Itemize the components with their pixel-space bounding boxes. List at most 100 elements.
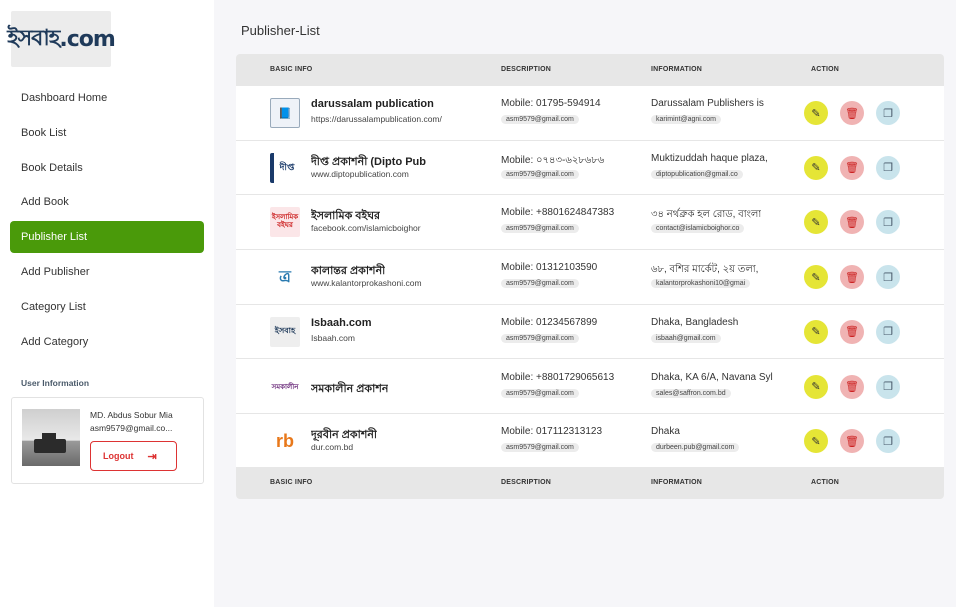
edit-icon: ✎ [811,381,821,393]
edit-icon: ✎ [811,162,821,175]
edit-button[interactable]: ✎ [804,374,828,399]
table-row: ত্র কালান্তর প্রকাশনী www.kalantorprokas… [236,250,944,305]
sidebar-item-publisher-list[interactable]: Publisher List [10,221,204,254]
info-email: sales@saffron.com.bd [651,388,731,398]
header-action: ACTION [811,66,840,73]
info-email: diptopublication@gmail.co [651,169,743,179]
sidebar-item-book-details[interactable]: Book Details [10,152,204,184]
publisher-mobile: Mobile: 01795-594914 [501,98,601,109]
table-row: সমকালীন সমকালীন প্রকাশন Mobile: +8801729… [236,360,944,415]
avatar-detail [34,439,66,453]
info-email: karimint@agni.com [651,115,722,124]
description-email: asm9579@gmail.com [501,388,579,398]
sidebar-item-category-list[interactable]: Category List [10,291,204,323]
info-email: contact@islamicboighor.co [651,224,745,234]
copy-button[interactable]: ❐ [876,265,900,290]
copy-button[interactable]: ❐ [876,374,900,399]
edit-icon: ✎ [811,107,821,120]
info-email: kalantorprokashoni10@gmai [651,279,751,289]
page-title: Publisher-List [241,23,320,38]
edit-icon: ✎ [811,326,821,339]
sidebar-item-dashboard-home[interactable]: Dashboard Home [10,82,204,114]
sidebar-nav: Dashboard Home Book List Book Details Ad… [10,82,204,360]
publisher-info: Dhaka, Bangladesh [651,316,739,328]
description-email: asm9579@gmail.com [501,279,579,289]
edit-button[interactable]: ✎ [804,319,828,344]
sidebar-item-add-book[interactable]: Add Book [10,186,204,218]
publisher-url[interactable]: https://darussalampublication.com/ [311,114,442,124]
edit-button[interactable]: ✎ [804,101,828,125]
publisher-name: Isbaah.com [311,316,372,329]
table-row: ইসলামিক বইঘর ইসলামিক বইঘর facebook.com/is… [236,195,944,251]
publisher-url[interactable]: www.diptopublication.com [311,169,409,179]
copy-button[interactable]: ❐ [876,319,900,344]
publisher-url[interactable]: Isbaah.com [311,333,355,343]
logout-button[interactable]: Logout ⇥ [90,441,177,471]
delete-button[interactable]: 🗑 [840,101,864,125]
delete-button[interactable]: 🗑 [840,210,864,235]
islamic-boighor-logo-icon: ইসলামিক বইঘর [270,207,300,238]
table-row: rb দূরবীন প্রকাশনী dur.com.bd Mobile: 01… [236,414,944,469]
publisher-mobile: Mobile: ০৭৪৩-৬২৮৬৮৬ [501,154,605,166]
delete-button[interactable]: 🗑 [840,319,864,344]
clipboard-icon: ❐ [883,216,893,229]
copy-button[interactable]: ❐ [876,155,900,180]
publisher-table: BASIC INFO DESCRIPTION INFORMATION ACTIO… [236,54,944,499]
edit-icon: ✎ [811,216,821,229]
edit-icon: ✎ [811,435,821,448]
copy-button[interactable]: ❐ [876,429,900,454]
publisher-mobile: Mobile: 01312103590 [501,262,598,274]
publisher-url[interactable]: www.kalantorprokashoni.com [311,278,422,288]
publisher-info: ৩৪ নর্থব্রুক হল রোড, বাংলা [651,209,762,221]
description-email: asm9579@gmail.com [501,443,579,453]
sidebar: ইসবাহ .com Dashboard Home Book List Book… [0,0,214,607]
user-info-heading: User Information [21,378,90,388]
clipboard-icon: ❐ [883,271,893,284]
header-description: DESCRIPTION [501,66,552,73]
info-email: isbaah@gmail.com [651,333,721,343]
site-logo[interactable]: ইসবাহ .com [7,11,116,67]
copy-button[interactable]: ❐ [876,101,900,125]
sidebar-item-add-publisher[interactable]: Add Publisher [10,256,204,288]
copy-button[interactable]: ❐ [876,210,900,235]
delete-button[interactable]: 🗑 [840,429,864,454]
delete-button[interactable]: 🗑 [840,374,864,399]
header-basic-info: BASIC INFO [270,66,313,73]
clipboard-icon: ❐ [883,381,893,393]
isbaah-logo-icon: ইসবাহ [270,316,300,347]
publisher-url[interactable]: dur.com.bd [311,442,353,452]
delete-button[interactable]: 🗑 [840,155,864,180]
footer-basic-info: BASIC INFO [270,479,313,486]
kalantor-logo-icon: ত্র [270,262,300,293]
publisher-mobile: Mobile: 017112313123 [501,426,603,438]
description-email: asm9579@gmail.com [501,224,579,234]
description-email: asm9579@gmail.com [501,169,579,179]
avatar [22,409,80,466]
description-email: asm9579@gmail.com [501,115,579,124]
publisher-info: Dhaka [651,426,680,438]
publisher-info: Muktizuddah haque plaza, [651,152,768,164]
publisher-name: সমকালীন প্রকাশন [311,382,389,395]
edit-button[interactable]: ✎ [804,429,828,454]
publisher-info: ৬৮, বশির মার্কেট, ২য় তলা, [651,264,759,276]
edit-button[interactable]: ✎ [804,265,828,290]
sidebar-item-book-list[interactable]: Book List [10,117,204,149]
publisher-mobile: Mobile: +8801624847383 [501,207,615,219]
logout-label: Logout [103,451,134,461]
trash-icon: 🗑 [845,107,859,120]
table-row: দীপ্ত দীপ্ত প্রকাশনী (Dipto Pub www.dipt… [236,141,944,196]
edit-button[interactable]: ✎ [804,210,828,235]
durbeen-logo-icon: rb [270,426,300,457]
sidebar-item-add-category[interactable]: Add Category [10,326,204,358]
trash-icon: 🗑 [845,381,859,393]
clipboard-icon: ❐ [883,107,893,120]
footer-information: INFORMATION [651,479,703,486]
info-email: durbeen.pub@gmail.com [651,443,740,453]
somokalin-logo-icon: সমকালীন [270,371,300,402]
publisher-url[interactable]: facebook.com/islamicboighor [311,223,421,233]
clipboard-icon: ❐ [883,326,893,339]
delete-button[interactable]: 🗑 [840,265,864,290]
logo-text: ইসবাহ [7,25,60,51]
edit-button[interactable]: ✎ [804,155,828,180]
trash-icon: 🗑 [845,162,859,175]
